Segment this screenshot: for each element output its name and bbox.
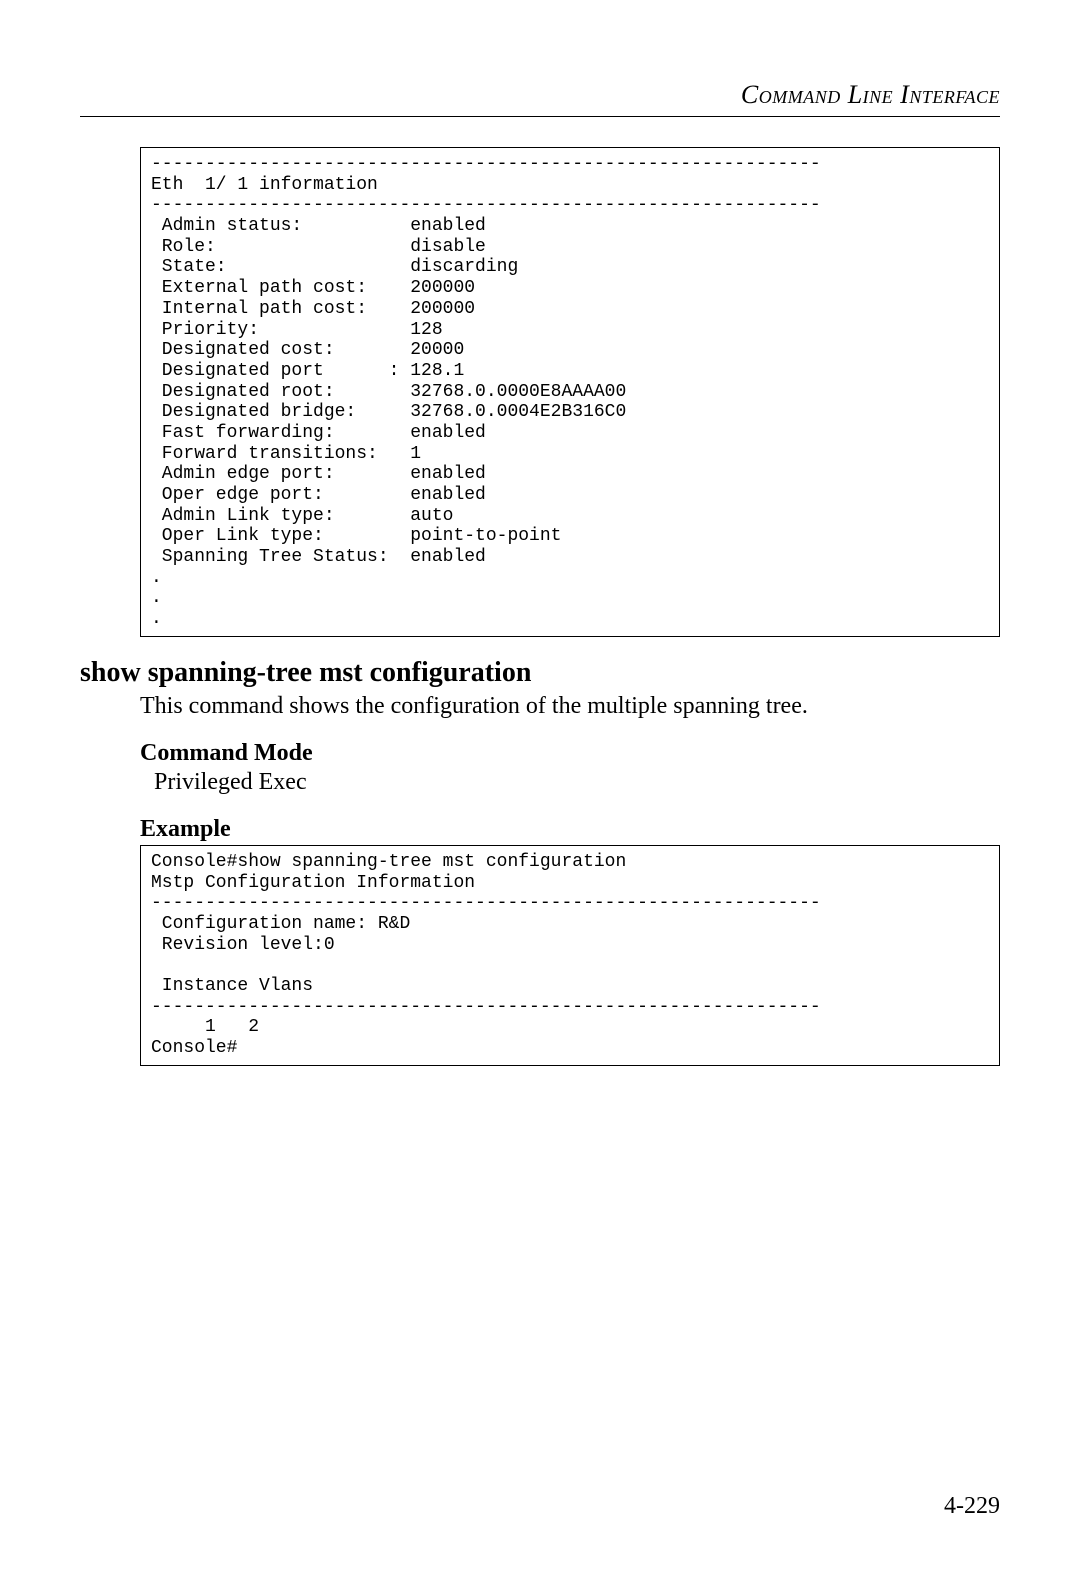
command-mode-value: Privileged Exec bbox=[154, 769, 1000, 796]
cli-output-mst-config: Console#show spanning-tree mst configura… bbox=[140, 845, 1000, 1066]
command-mode-heading: Command Mode bbox=[140, 740, 1000, 767]
page-header: Command Line Interface bbox=[80, 80, 1000, 110]
section-description: This command shows the configuration of … bbox=[140, 693, 1000, 720]
content-block-1: ----------------------------------------… bbox=[140, 147, 1000, 637]
example-heading: Example bbox=[140, 816, 1000, 843]
section-body: This command shows the configuration of … bbox=[140, 693, 1000, 1066]
page: Command Line Interface -----------------… bbox=[0, 0, 1080, 1570]
cli-output-eth-info: ----------------------------------------… bbox=[140, 147, 1000, 637]
header-rule bbox=[80, 116, 1000, 117]
section-title: show spanning-tree mst configuration bbox=[80, 657, 1000, 689]
page-number: 4-229 bbox=[944, 1493, 1000, 1520]
